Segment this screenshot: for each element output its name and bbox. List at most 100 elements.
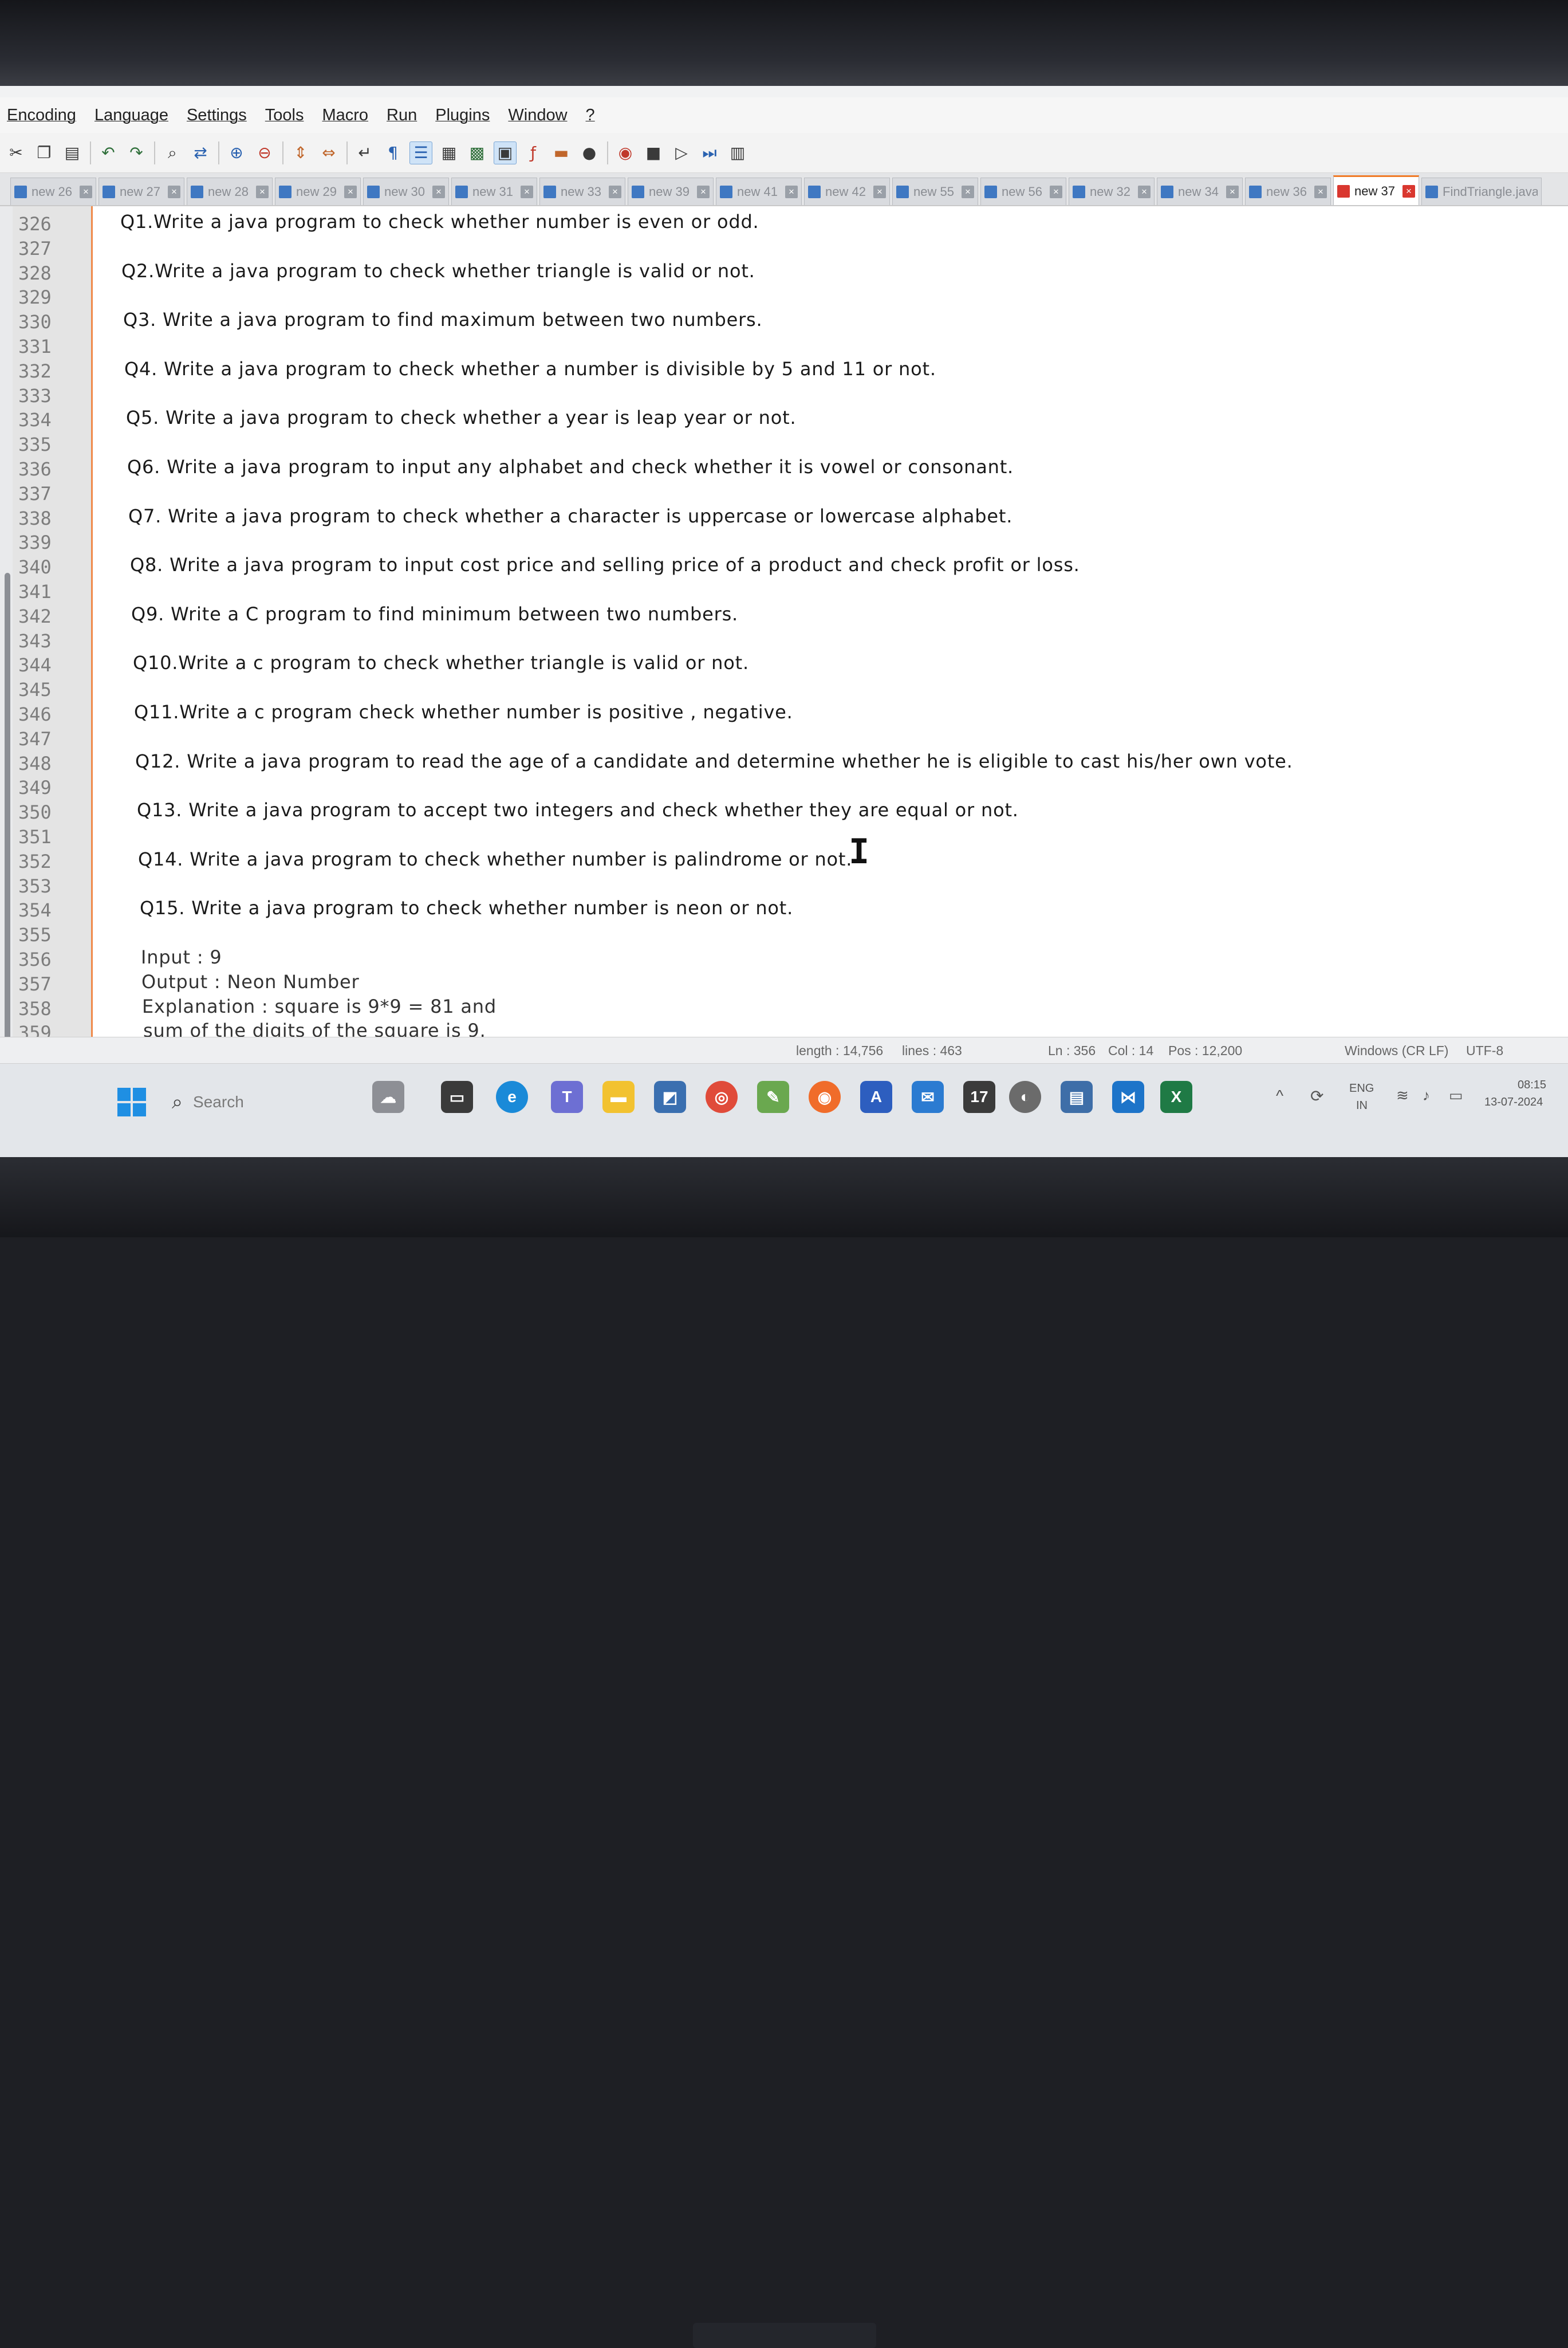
tab-new-29[interactable]: new 29 ×	[275, 178, 361, 205]
code-line[interactable]: Explanation : square is 9*9 = 81 and	[142, 996, 497, 1017]
notes-icon[interactable]: ◩	[654, 1081, 686, 1113]
code-line[interactable]: Q5. Write a java program to check whethe…	[126, 407, 796, 428]
word-wrap-icon[interactable]: ↵	[353, 141, 376, 164]
zoom-in-icon[interactable]: ⊕	[225, 141, 248, 164]
code-line[interactable]: Q13. Write a java program to accept two …	[137, 799, 1019, 821]
close-tab-icon[interactable]: ×	[873, 185, 886, 198]
redo-icon[interactable]: ↷	[125, 141, 148, 164]
copy-icon[interactable]: ❐	[33, 141, 56, 164]
tab-new-26[interactable]: new 26 ×	[10, 178, 96, 205]
folder-icon[interactable]: ▬	[550, 141, 573, 164]
doc-map-icon[interactable]: ▦	[438, 141, 460, 164]
sync-horizontal-icon[interactable]: ⇔	[317, 141, 340, 164]
edge-browser-icon[interactable]: e	[496, 1081, 528, 1113]
play-macro-icon[interactable]: ▷	[670, 141, 693, 164]
eclipse-icon[interactable]: ◐	[1009, 1081, 1041, 1113]
close-tab-icon[interactable]: ×	[609, 185, 621, 198]
volume-icon[interactable]: ♪	[1423, 1087, 1430, 1104]
tab-new-34[interactable]: new 34 ×	[1157, 178, 1243, 205]
code-line[interactable]: Q15. Write a java program to check wheth…	[140, 897, 793, 919]
close-tab-icon[interactable]: ×	[962, 185, 974, 198]
tab-new-42[interactable]: new 42 ×	[804, 178, 890, 205]
clock-date[interactable]: 13-07-2024	[1484, 1096, 1543, 1109]
code-line[interactable]: Q10.Write a c program to check whether t…	[133, 652, 749, 674]
menu-window[interactable]: Window	[501, 106, 578, 125]
zoom-out-icon[interactable]: ⊖	[253, 141, 276, 164]
code-line[interactable]: Q7. Write a java program to check whethe…	[128, 505, 1012, 527]
close-tab-icon[interactable]: ×	[1314, 185, 1327, 198]
stop-record-icon[interactable]: ■	[642, 141, 665, 164]
close-tab-icon[interactable]: ×	[80, 185, 92, 198]
sync-icon[interactable]: ⟳	[1310, 1087, 1323, 1106]
code-line[interactable]: Q2.Write a java program to check whether…	[121, 260, 755, 282]
menu-encoding[interactable]: Encoding	[0, 106, 88, 125]
vscode-icon[interactable]: ⋈	[1112, 1081, 1144, 1113]
status-encoding[interactable]: UTF-8	[1466, 1043, 1503, 1059]
taskbar-search[interactable]: ⌕ Search	[172, 1085, 361, 1119]
monitoring-icon[interactable]: ƒ	[522, 141, 545, 164]
code-line[interactable]: Input : 9	[141, 946, 222, 968]
close-tab-icon[interactable]: ×	[785, 185, 798, 198]
widgets-icon[interactable]: ☁	[372, 1081, 404, 1113]
tab-new-33[interactable]: new 33 ×	[539, 178, 625, 205]
tt-app-icon[interactable]: 17	[963, 1081, 995, 1113]
code-line[interactable]: Q8. Write a java program to input cost p…	[130, 554, 1080, 576]
status-eol[interactable]: Windows (CR LF)	[1345, 1043, 1448, 1059]
code-line[interactable]: Q1.Write a java program to check whether…	[120, 211, 759, 233]
tab-new-56[interactable]: new 56 ×	[980, 178, 1066, 205]
mail-icon[interactable]: ✉	[912, 1081, 944, 1113]
language-indicator-top[interactable]: ENG	[1349, 1082, 1374, 1095]
battery-icon[interactable]: ▭	[1449, 1087, 1463, 1104]
android-studio-icon[interactable]: A	[860, 1081, 892, 1113]
firefox-icon[interactable]: ◉	[809, 1081, 841, 1113]
indent-guide-icon[interactable]: ☰	[409, 141, 432, 164]
tab-new-39[interactable]: new 39 ×	[628, 178, 714, 205]
teams-icon[interactable]: T	[551, 1081, 583, 1113]
show-all-chars-icon[interactable]: ¶	[381, 141, 404, 164]
close-tab-icon[interactable]: ×	[256, 185, 269, 198]
menu-language[interactable]: Language	[88, 106, 180, 125]
tab-new-31[interactable]: new 31 ×	[451, 178, 537, 205]
tab-new-36[interactable]: new 36 ×	[1245, 178, 1331, 205]
close-tab-icon[interactable]: ×	[432, 185, 445, 198]
close-tab-icon[interactable]: ×	[1226, 185, 1239, 198]
close-tab-icon[interactable]: ×	[521, 185, 533, 198]
task-view-icon[interactable]: ▭	[441, 1081, 473, 1113]
wifi-icon[interactable]: ≋	[1396, 1087, 1409, 1104]
code-line[interactable]: Q12. Write a java program to read the ag…	[135, 750, 1293, 772]
menu-macro[interactable]: Macro	[315, 106, 380, 125]
vertical-scroll-thumb[interactable]	[5, 573, 10, 1060]
function-list-icon[interactable]: ▩	[466, 141, 488, 164]
menu-run[interactable]: Run	[380, 106, 428, 125]
code-line[interactable]: Q3. Write a java program to find maximum…	[123, 309, 763, 331]
chevron-up-icon[interactable]: ^	[1276, 1087, 1283, 1105]
save-macro-icon[interactable]: ▥	[726, 141, 749, 164]
tab-new-41[interactable]: new 41 ×	[716, 178, 802, 205]
menu-help[interactable]: ?	[579, 106, 606, 125]
language-indicator-bottom[interactable]: IN	[1356, 1099, 1368, 1112]
paste-icon[interactable]: ▤	[61, 141, 84, 164]
notepad-plus-plus-icon[interactable]: ✎	[757, 1081, 789, 1113]
close-tab-icon[interactable]: ×	[1402, 184, 1415, 198]
folder-workspace-icon[interactable]: ▣	[494, 141, 517, 164]
code-line[interactable]: Q4. Write a java program to check whethe…	[124, 358, 936, 380]
menu-plugins[interactable]: Plugins	[428, 106, 501, 125]
close-tab-icon[interactable]: ×	[168, 185, 180, 198]
code-line[interactable]: Output : Neon Number	[141, 971, 359, 993]
close-tab-icon[interactable]: ×	[1138, 185, 1151, 198]
excel-icon[interactable]: X	[1160, 1081, 1192, 1113]
find-icon[interactable]: ⌕	[161, 141, 184, 164]
run-macro-multiple-icon[interactable]: ⏭	[698, 141, 721, 164]
cut-icon[interactable]: ✂	[5, 141, 27, 164]
close-tab-icon[interactable]: ×	[697, 185, 710, 198]
code-line[interactable]: Q9. Write a C program to find minimum be…	[131, 603, 738, 625]
undo-icon[interactable]: ↶	[97, 141, 120, 164]
menu-tools[interactable]: Tools	[258, 106, 316, 125]
dev-c-icon[interactable]: ▤	[1061, 1081, 1093, 1113]
close-tab-icon[interactable]: ×	[344, 185, 357, 198]
replace-icon[interactable]: ⇄	[189, 141, 212, 164]
windows-start-icon[interactable]	[117, 1088, 146, 1116]
code-line[interactable]: Q14. Write a java program to check wheth…	[138, 848, 852, 870]
sync-vertical-icon[interactable]: ⇕	[289, 141, 312, 164]
monitor-eye-icon[interactable]: ●	[578, 141, 601, 164]
